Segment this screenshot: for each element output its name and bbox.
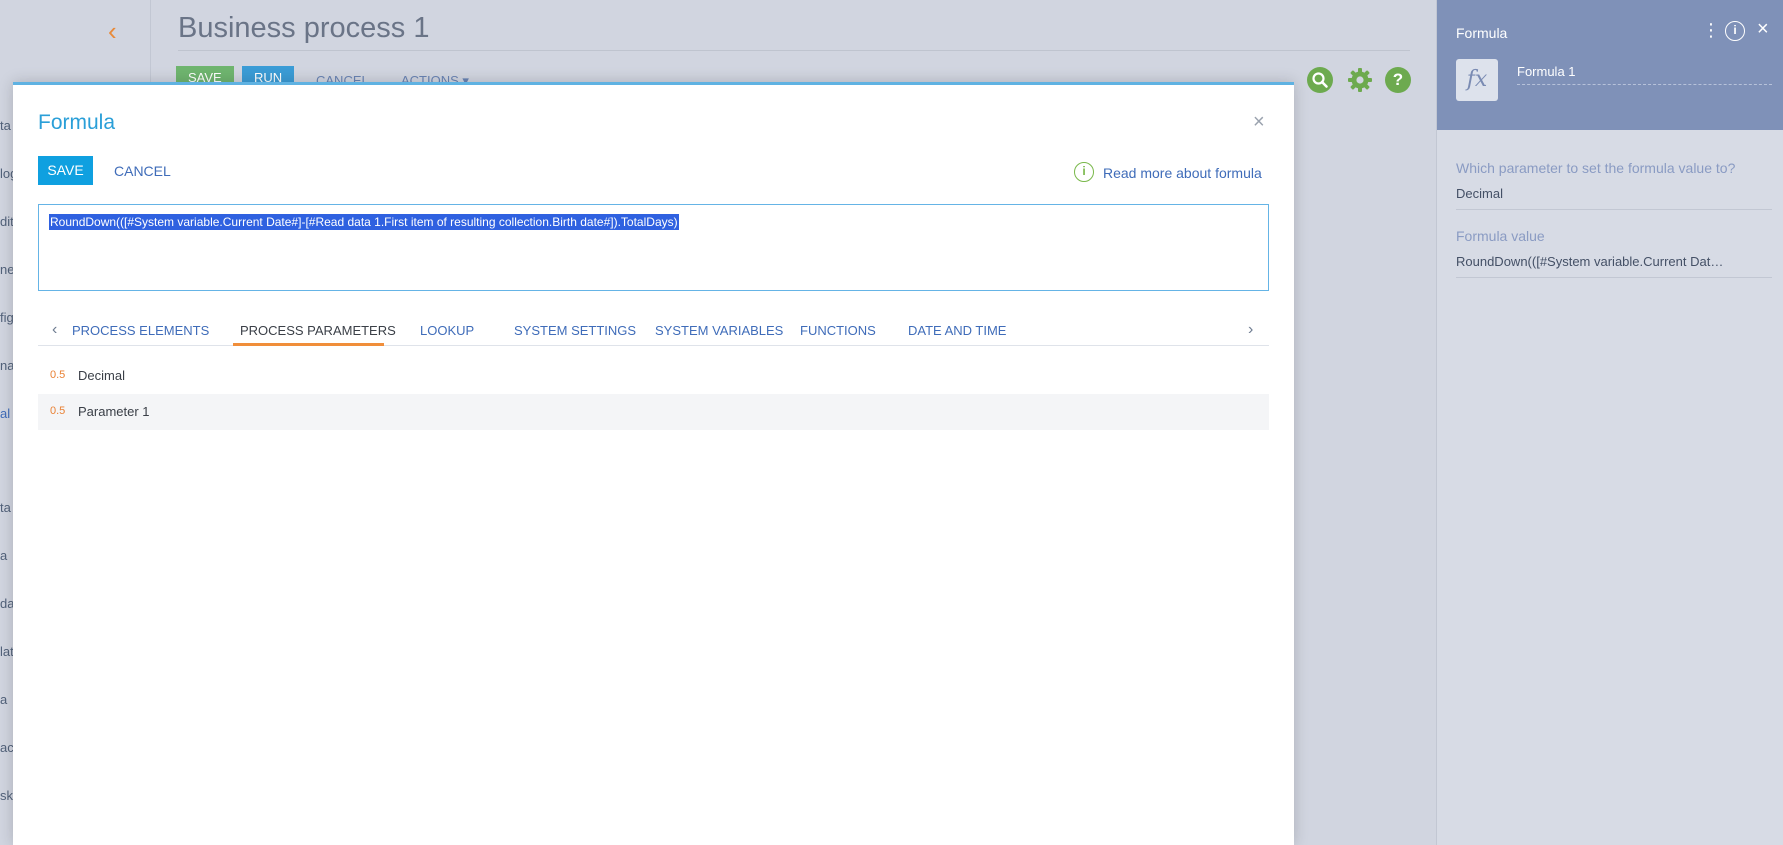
help-icon[interactable]: ?: [1385, 67, 1411, 93]
tab-process-elements[interactable]: PROCESS ELEMENTS: [72, 323, 209, 338]
tab-functions[interactable]: FUNCTIONS: [800, 323, 876, 338]
more-menu-icon[interactable]: ⋮: [1702, 20, 1720, 41]
tab-date-and-time[interactable]: DATE AND TIME: [908, 323, 1006, 338]
tab-scroll-right-icon[interactable]: ›: [1248, 321, 1253, 339]
tab-process-parameters[interactable]: PROCESS PARAMETERS: [240, 323, 396, 338]
panel-title: Formula: [1456, 25, 1508, 41]
cancel-button[interactable]: CANCEL: [114, 163, 171, 179]
decimal-type-icon: 0.5: [50, 405, 66, 417]
formula-value-field[interactable]: RoundDown(([#System variable.Current Dat…: [1456, 254, 1772, 278]
list-item[interactable]: 0.5 Parameter 1: [38, 394, 1269, 430]
search-icon[interactable]: [1307, 67, 1333, 93]
sidebar-fragment: ta: [0, 118, 11, 133]
tab-system-settings[interactable]: SYSTEM SETTINGS: [514, 323, 636, 338]
dialog-title: Formula: [38, 111, 116, 134]
sidebar-fragment: fig: [0, 310, 14, 325]
close-icon[interactable]: ×: [1757, 18, 1769, 41]
sidebar-fragment: al: [0, 406, 11, 421]
sidebar-fragment: ac: [0, 740, 14, 755]
sidebar-fragment: a: [0, 548, 8, 563]
back-arrow-icon[interactable]: ‹: [108, 18, 130, 44]
sidebar-fragment: ta: [0, 500, 11, 515]
parameter-name: Decimal: [78, 368, 125, 383]
decimal-type-icon: 0.5: [50, 369, 66, 381]
formula-text: RoundDown(([#System variable.Current Dat…: [49, 214, 679, 230]
read-more-link[interactable]: Read more about formula: [1103, 165, 1262, 181]
formula-editor[interactable]: RoundDown(([#System variable.Current Dat…: [38, 204, 1269, 291]
dialog-close-icon[interactable]: ×: [1253, 111, 1265, 134]
sidebar-fragment: a: [0, 692, 8, 707]
formula-value-label: Formula value: [1456, 228, 1545, 244]
sidebar-fragment: sk: [0, 788, 13, 803]
tab-lookup[interactable]: LOOKUP: [420, 323, 474, 338]
tab-scroll-left-icon[interactable]: ‹: [52, 321, 57, 339]
tab-system-variables[interactable]: SYSTEM VARIABLES: [655, 323, 783, 338]
element-name-field[interactable]: Formula 1: [1517, 64, 1772, 85]
list-item[interactable]: 0.5 Decimal: [38, 358, 1269, 394]
info-icon[interactable]: i: [1725, 21, 1745, 41]
parameter-label: Which parameter to set the formula value…: [1456, 160, 1736, 176]
sidebar-fragment: dit: [0, 214, 14, 229]
info-icon: i: [1074, 162, 1094, 182]
parameter-field[interactable]: Decimal: [1456, 186, 1772, 210]
tab-bar: ‹ PROCESS ELEMENTS PROCESS PARAMETERS LO…: [38, 312, 1269, 346]
element-properties-panel: Formula ⋮ i × fx Formula 1 Which paramet…: [1436, 0, 1783, 845]
parameter-name: Parameter 1: [78, 404, 150, 419]
save-button[interactable]: SAVE: [38, 156, 93, 185]
page-title: Business process 1: [178, 12, 430, 44]
active-tab-indicator: [233, 343, 384, 346]
title-divider: [178, 50, 1410, 51]
formula-dialog: Formula × SAVE CANCEL i Read more about …: [13, 82, 1294, 845]
panel-header: Formula ⋮ i × fx Formula 1: [1437, 0, 1783, 130]
gear-icon[interactable]: [1347, 67, 1373, 93]
sidebar-fragment: lat: [0, 644, 14, 659]
formula-fx-icon: fx: [1456, 59, 1498, 101]
